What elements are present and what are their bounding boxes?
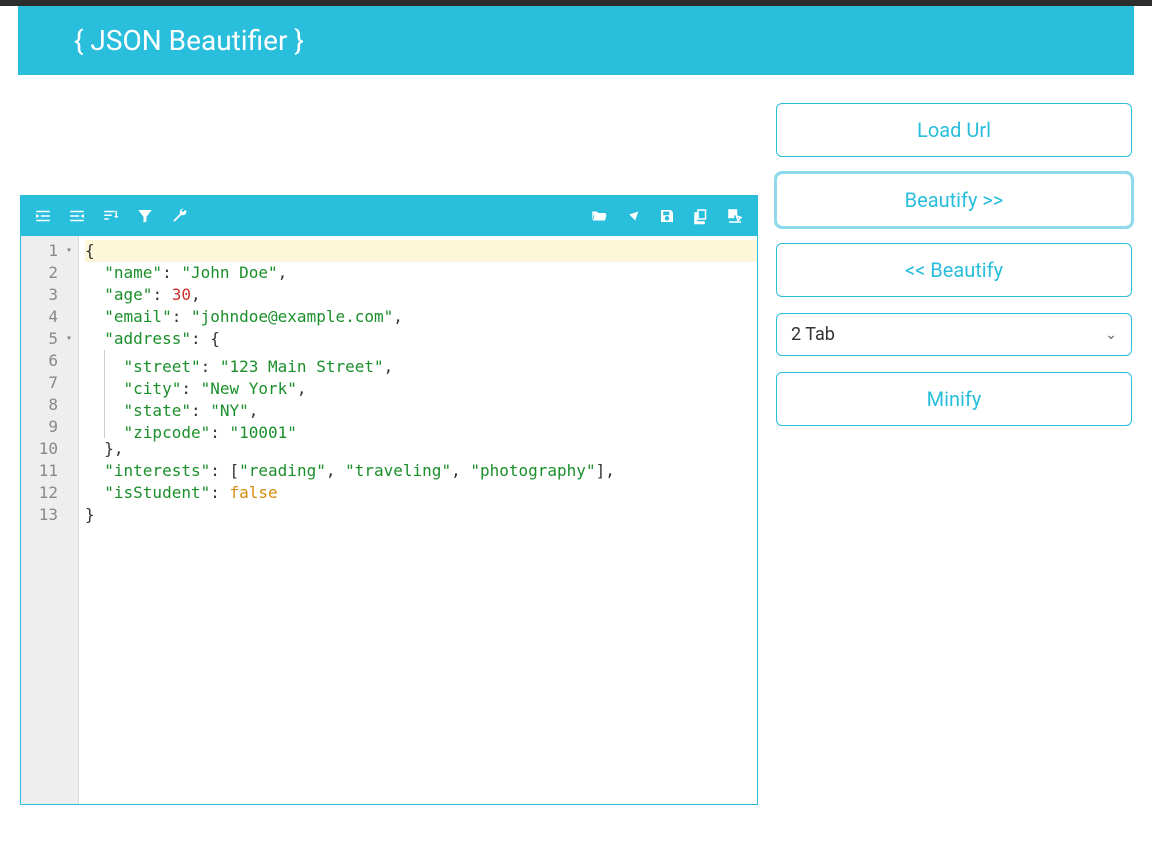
sidebar: Load Url Beautify >> << Beautify 2 Tab ⌄… [776, 99, 1132, 843]
load-url-button[interactable]: Load Url [776, 103, 1132, 157]
code-line[interactable]: "email": "johndoe@example.com", [85, 306, 757, 328]
save-icon[interactable] [657, 206, 677, 226]
line-number: 3 [33, 284, 72, 306]
code-line[interactable]: "street": "123 Main Street", [85, 350, 757, 372]
indent-right-icon[interactable] [33, 206, 53, 226]
minify-button[interactable]: Minify [776, 372, 1132, 426]
indent-select[interactable]: 2 Tab ⌄ [776, 313, 1132, 356]
code-line[interactable]: "name": "John Doe", [85, 262, 757, 284]
line-number: 6 [33, 350, 72, 372]
indent-select-value: 2 Tab [791, 324, 835, 345]
line-number: 11 [33, 460, 72, 482]
code-line[interactable]: "age": 30, [85, 284, 757, 306]
code-area[interactable]: 1▾2345▾678910111213 { "name": "John Doe"… [21, 236, 757, 804]
edit-icon[interactable] [725, 206, 745, 226]
folder-open-icon[interactable] [589, 206, 609, 226]
editor-panel: 1▾2345▾678910111213 { "name": "John Doe"… [20, 195, 758, 805]
beautify-left-button[interactable]: << Beautify [776, 243, 1132, 297]
line-number: 9 [33, 416, 72, 438]
code-line[interactable]: } [85, 504, 757, 526]
editor-toolbar [21, 196, 757, 236]
toolbar-right-group [589, 206, 745, 226]
line-number: 4 [33, 306, 72, 328]
main-layout: 1▾2345▾678910111213 { "name": "John Doe"… [0, 75, 1152, 843]
chevron-down-icon: ⌄ [1105, 327, 1117, 343]
beautify-right-button[interactable]: Beautify >> [776, 173, 1132, 227]
line-number: 5▾ [33, 328, 72, 350]
wrench-icon[interactable] [169, 206, 189, 226]
code-line[interactable]: "address": { [85, 328, 757, 350]
filter-icon[interactable] [135, 206, 155, 226]
editor-column: 1▾2345▾678910111213 { "name": "John Doe"… [20, 195, 758, 843]
copy-icon[interactable] [691, 206, 711, 226]
sort-icon[interactable] [101, 206, 121, 226]
line-number: 7 [33, 372, 72, 394]
app-title: { JSON Beautifier } [74, 24, 304, 57]
code-line[interactable]: "zipcode": "10001" [85, 416, 757, 438]
line-number: 1▾ [33, 240, 72, 262]
line-number: 12 [33, 482, 72, 504]
code-line[interactable]: "isStudent": false [85, 482, 757, 504]
code-line[interactable]: "city": "New York", [85, 372, 757, 394]
code-content[interactable]: { "name": "John Doe", "age": 30, "email"… [79, 236, 757, 804]
code-line[interactable]: "state": "NY", [85, 394, 757, 416]
line-number: 13 [33, 504, 72, 526]
line-number: 8 [33, 394, 72, 416]
indent-left-icon[interactable] [67, 206, 87, 226]
code-line[interactable]: "interests": ["reading", "traveling", "p… [85, 460, 757, 482]
line-number: 2 [33, 262, 72, 284]
toolbar-left-group [33, 206, 189, 226]
code-line[interactable]: { [85, 240, 757, 262]
app-header: { JSON Beautifier } [18, 6, 1134, 75]
line-gutter: 1▾2345▾678910111213 [21, 236, 79, 804]
line-number: 10 [33, 438, 72, 460]
clear-icon[interactable] [623, 206, 643, 226]
